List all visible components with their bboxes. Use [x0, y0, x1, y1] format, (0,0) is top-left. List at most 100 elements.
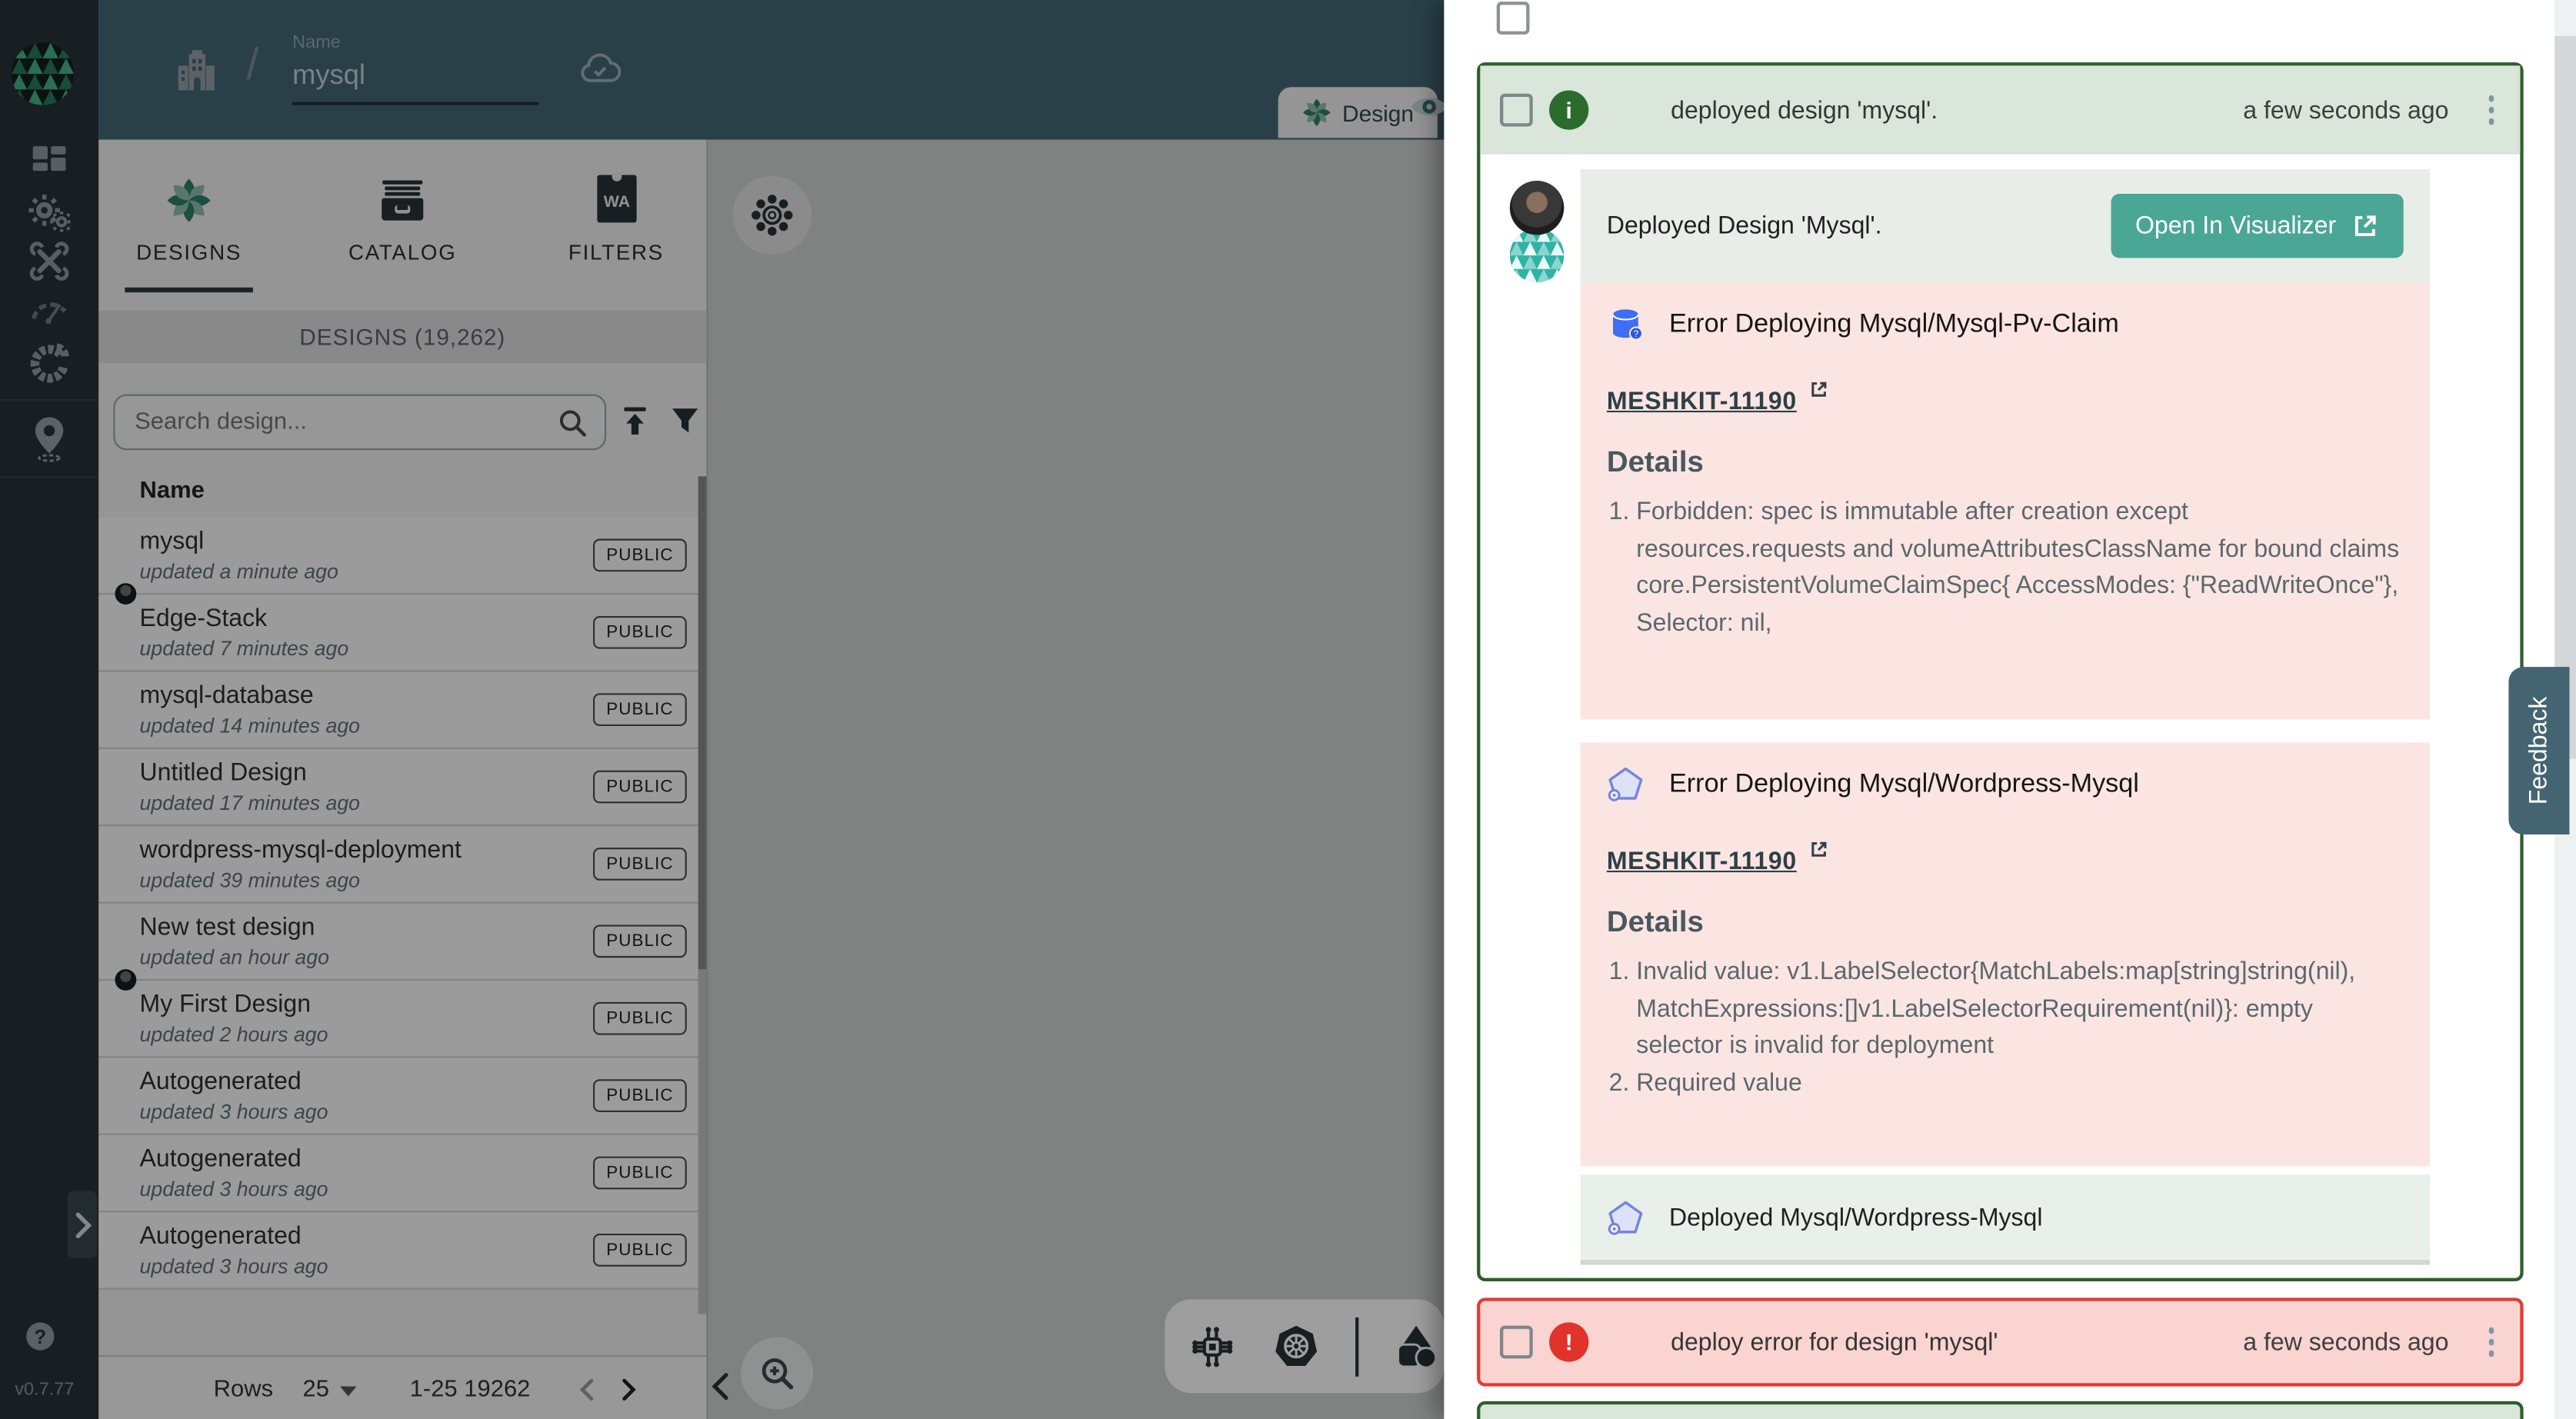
shapes-icon[interactable] — [1388, 1321, 1438, 1371]
deployed-success-text: Deployed Mysql/Wordpress-Mysql — [1669, 1204, 2042, 1231]
event-body: Deployed Design 'Mysql'. Open In Visuali… — [1480, 155, 2520, 1278]
feedback-label: Feedback — [2525, 697, 2553, 805]
design-row[interactable]: mysql-database updated 14 minutes ago PU… — [98, 672, 698, 749]
design-updated: updated 14 minutes ago — [140, 714, 361, 738]
visibility-badge: PUBLIC — [593, 1002, 687, 1035]
meshkit-error-link[interactable]: MESHKIT-11190 — [1607, 379, 2404, 415]
meshkit-error-link[interactable]: MESHKIT-11190 — [1607, 839, 2404, 875]
select-all-checkbox[interactable] — [1497, 2, 1530, 35]
design-search-input[interactable] — [115, 409, 558, 435]
feedback-tab[interactable]: Feedback — [2508, 667, 2569, 834]
event-summary: deploy error for design 'mysql' — [1671, 1328, 1998, 1356]
event-card-partial[interactable] — [1477, 1401, 2524, 1419]
performance-gauge-icon[interactable] — [28, 291, 71, 327]
tab-catalog-label: CATALOG — [312, 240, 493, 265]
design-name: Edge-Stack — [140, 605, 268, 632]
tab-filters[interactable]: WA FILTERS — [525, 159, 706, 265]
canvas-dock — [1165, 1299, 1444, 1393]
design-updated: updated 2 hours ago — [140, 1024, 328, 1047]
filter-funnel-icon[interactable] — [668, 404, 701, 437]
chevron-down-icon — [341, 1386, 357, 1396]
design-row[interactable]: Autogenerated updated 3 hours ago PUBLIC — [98, 1212, 698, 1289]
designs-panel: DESIGNS CATALOG — [98, 140, 708, 1419]
details-heading: Details — [1607, 905, 2404, 940]
next-page-chevron[interactable] — [619, 1376, 639, 1402]
tab-designs[interactable]: DESIGNS — [98, 159, 279, 265]
service-pentagon-icon — [1607, 765, 1645, 803]
design-updated: updated a minute ago — [140, 560, 338, 583]
service-pentagon-icon — [1607, 1198, 1645, 1236]
visibility-badge: PUBLIC — [593, 539, 687, 572]
extensions-icon[interactable] — [28, 341, 71, 385]
breadcrumb-slash: / — [246, 39, 258, 90]
design-row[interactable]: Untitled Design updated 17 minutes ago P… — [98, 749, 698, 826]
panel-scrollbar[interactable] — [698, 476, 707, 1314]
design-row[interactable]: My First Design updated 2 hours ago PUBL… — [98, 981, 698, 1058]
event-card-deployed: i deployed design 'mysql'. a few seconds… — [1477, 62, 2524, 1281]
dashboard-icon[interactable] — [29, 143, 68, 182]
help-button[interactable]: ? — [26, 1322, 54, 1350]
design-name: wordpress-mysql-deployment — [140, 836, 462, 864]
open-in-visualizer-button[interactable]: Open In Visualizer — [2111, 194, 2404, 258]
configuration-wrenches-icon[interactable] — [28, 241, 69, 281]
organization-icon[interactable] — [174, 48, 217, 94]
event-options-kebab[interactable] — [2488, 1327, 2494, 1356]
design-row[interactable]: New test design updated an hour ago PUBL… — [98, 904, 698, 981]
tab-catalog[interactable]: CATALOG — [312, 159, 493, 265]
event-card-deploy-error[interactable]: ! deploy error for design 'mysql' a few … — [1477, 1297, 2524, 1386]
design-row[interactable]: mysql updated a minute ago PUBLIC — [98, 518, 698, 595]
collapse-panel-chevron[interactable] — [708, 1370, 731, 1403]
mesh-map-pin-icon[interactable] — [26, 414, 72, 463]
meshsync-snowflake-icon[interactable] — [751, 194, 794, 237]
meshery-app: / Name Design — [0, 0, 2576, 1419]
design-name: Autogenerated — [140, 1222, 302, 1250]
design-name: New test design — [140, 914, 315, 941]
rows-label: Rows — [214, 1376, 273, 1402]
expand-sidebar-button[interactable] — [68, 1191, 97, 1258]
meshery-logo[interactable] — [12, 43, 74, 105]
tab-designs-label: DESIGNS — [98, 240, 279, 265]
event-header: ! deploy error for design 'mysql' a few … — [1480, 1301, 2520, 1384]
deployed-design-text: Deployed Design 'Mysql'. — [1607, 212, 1882, 240]
design-name: Autogenerated — [140, 1145, 302, 1173]
nav-sidebar: ? v0.7.77 — [0, 0, 98, 1419]
designs-count-header: DESIGNS (19,262) — [98, 311, 706, 363]
upload-design-icon[interactable] — [619, 404, 651, 437]
details-heading: Details — [1607, 445, 2404, 480]
lifecycle-gears-icon[interactable] — [28, 192, 71, 235]
event-timestamp: a few seconds ago — [2243, 1328, 2448, 1356]
external-link-icon — [2351, 212, 2378, 240]
info-icon: i — [1549, 90, 1588, 129]
design-tab-label: Design — [1342, 99, 1414, 125]
design-name-input[interactable] — [292, 52, 538, 105]
event-header[interactable]: i deployed design 'mysql'. a few seconds… — [1480, 65, 2520, 154]
design-search-box — [113, 395, 606, 451]
error-details-list: Forbidden: spec is immutable after creat… — [1607, 495, 2404, 642]
error-section-pv-claim: ? Error Deploying Mysql/Mysql-Pv-Claim M… — [1581, 282, 2430, 719]
zoom-in-button[interactable] — [741, 1337, 813, 1410]
visibility-badge: PUBLIC — [593, 616, 687, 649]
name-label: Name — [292, 33, 547, 53]
search-icon[interactable] — [557, 407, 588, 438]
pagination-bar: Rows 25 1-25 19262 — [98, 1355, 706, 1419]
design-name: Autogenerated — [140, 1068, 302, 1095]
event-checkbox[interactable] — [1500, 1326, 1533, 1359]
design-row[interactable]: wordpress-mysql-deployment updated 39 mi… — [98, 826, 698, 903]
design-row[interactable]: Autogenerated updated 3 hours ago PUBLIC — [98, 1135, 698, 1212]
error-detail-item: Forbidden: spec is immutable after creat… — [1636, 495, 2403, 642]
design-row[interactable]: Edge-Stack updated 7 minutes ago PUBLIC — [98, 595, 698, 671]
circuit-view-icon[interactable] — [1191, 1325, 1234, 1368]
visibility-eye-icon[interactable] — [1410, 92, 1449, 122]
design-updated: updated 17 minutes ago — [140, 791, 361, 814]
design-row[interactable]: Autogenerated updated 3 hours ago PUBLIC — [98, 1058, 698, 1134]
event-options-kebab[interactable] — [2488, 95, 2494, 124]
cloud-saved-icon[interactable] — [578, 51, 622, 87]
chevron-right-icon — [72, 1210, 93, 1239]
design-name: mysql-database — [140, 681, 314, 709]
user-avatar — [1510, 181, 1564, 235]
previous-page-chevron[interactable] — [576, 1376, 596, 1402]
event-checkbox[interactable] — [1500, 94, 1533, 127]
zoom-in-icon — [759, 1355, 795, 1391]
rows-per-page-select[interactable]: 25 — [303, 1376, 358, 1402]
kubernetes-icon[interactable] — [1273, 1323, 1319, 1369]
